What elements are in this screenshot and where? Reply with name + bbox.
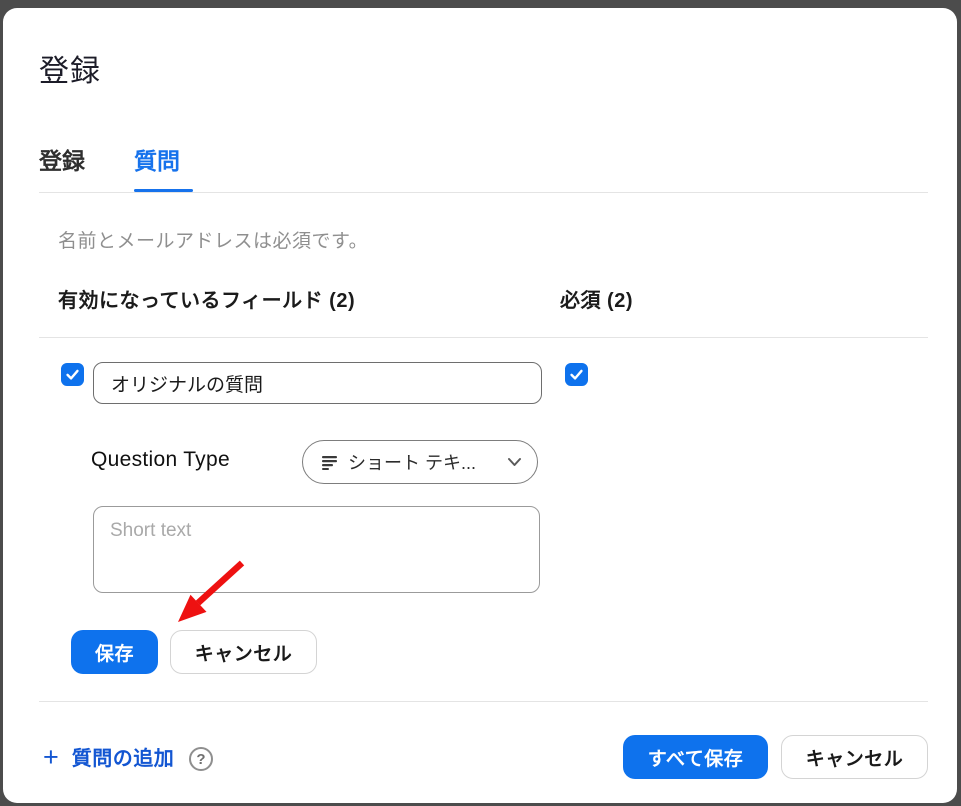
save-all-button[interactable]: すべて保存: [623, 735, 768, 779]
question-type-value: ショート テキ...: [348, 449, 498, 475]
chevron-down-icon: [507, 457, 522, 467]
cancel-all-button[interactable]: キャンセル: [781, 735, 928, 779]
enabled-checkbox[interactable]: [61, 363, 84, 386]
add-question-link[interactable]: + 質問の追加: [43, 742, 174, 771]
registration-dialog: 登録 登録 質問 名前とメールアドレスは必須です。 有効になっているフィールド …: [3, 8, 957, 803]
question-title-input[interactable]: [93, 362, 542, 404]
short-text-icon: [322, 455, 339, 470]
add-question-label: 質問の追加: [72, 742, 175, 771]
help-icon[interactable]: ?: [189, 747, 213, 771]
tab-registration[interactable]: 登録: [39, 142, 85, 176]
check-icon: [64, 366, 81, 383]
plus-icon: +: [43, 743, 59, 771]
answer-preview-textarea[interactable]: [93, 506, 540, 593]
save-button[interactable]: 保存: [71, 630, 158, 674]
required-note: 名前とメールアドレスは必須です。: [58, 226, 368, 253]
cancel-button[interactable]: キャンセル: [170, 630, 317, 674]
columns-divider: [39, 337, 928, 338]
tab-questions[interactable]: 質問: [134, 142, 180, 176]
question-type-dropdown[interactable]: ショート テキ...: [302, 440, 538, 484]
question-type-label: Question Type: [91, 448, 230, 472]
check-icon: [568, 366, 585, 383]
dialog-title: 登録: [39, 46, 101, 90]
header-divider: [39, 192, 928, 193]
footer-divider: [39, 701, 928, 702]
enabled-fields-header: 有効になっているフィールド (2): [58, 284, 355, 313]
required-checkbox[interactable]: [565, 363, 588, 386]
screenshot-stage: 登録 登録 質問 名前とメールアドレスは必須です。 有効になっているフィールド …: [0, 0, 961, 806]
required-header: 必須 (2): [560, 284, 633, 313]
